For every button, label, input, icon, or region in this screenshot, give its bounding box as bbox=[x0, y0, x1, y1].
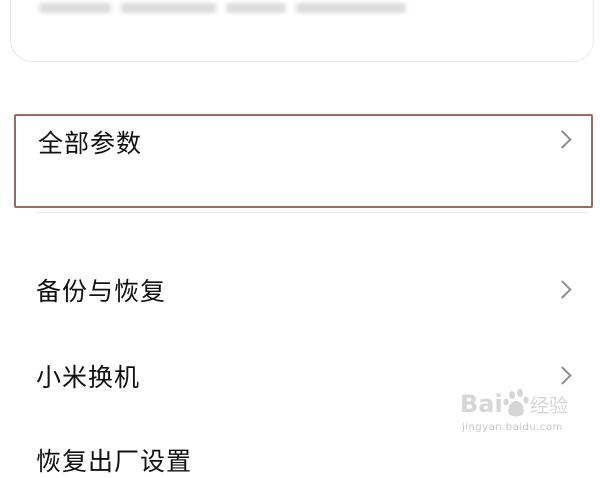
svg-text:Bai: Bai bbox=[460, 390, 503, 418]
svg-text:经验: 经验 bbox=[530, 395, 568, 417]
watermark-domain: jingyan.baidu.com bbox=[462, 422, 563, 433]
settings-item-label: 全部参数 bbox=[38, 129, 143, 158]
chevron-right-icon bbox=[553, 366, 572, 385]
baidu-logo-icon: Bai 经验 bbox=[460, 389, 568, 418]
settings-item-all-params[interactable]: 全部参数 bbox=[14, 114, 593, 208]
settings-item-factory-reset[interactable]: 恢复出厂设置 bbox=[14, 436, 593, 476]
settings-item-backup-restore[interactable]: 备份与恢复 bbox=[14, 264, 593, 320]
settings-item-label: 小米换机 bbox=[36, 363, 141, 392]
chevron-right-icon bbox=[553, 130, 572, 149]
divider bbox=[36, 212, 588, 213]
settings-item-label: 恢复出厂设置 bbox=[36, 447, 193, 476]
chevron-right-icon bbox=[553, 280, 572, 299]
top-info-card bbox=[10, 0, 594, 62]
settings-item-label: 备份与恢复 bbox=[36, 277, 167, 306]
baidu-jingyan-watermark: Bai 经验 jingyan.baidu.com bbox=[460, 384, 572, 436]
blurred-content bbox=[39, 3, 406, 13]
